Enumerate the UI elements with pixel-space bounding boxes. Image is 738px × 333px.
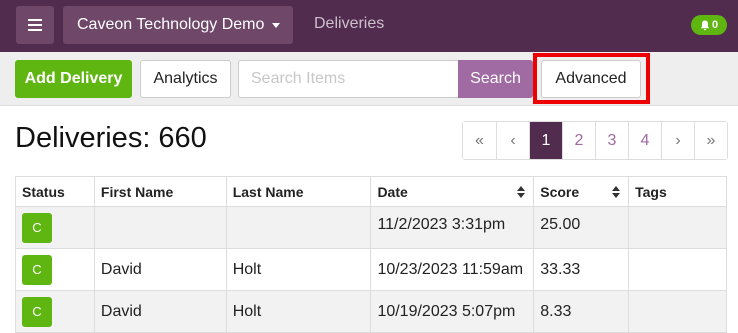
column-header-first-name: First Name	[93, 176, 227, 207]
notification-badge[interactable]: 0	[691, 15, 727, 35]
column-header-score-label: Score	[540, 183, 580, 200]
analytics-button[interactable]: Analytics	[140, 60, 231, 98]
status-badge[interactable]: C	[22, 254, 52, 285]
sort-icon	[612, 186, 621, 198]
status-cell: C	[15, 290, 95, 333]
page-2[interactable]: 2	[562, 122, 595, 159]
column-header-date[interactable]: Date	[370, 176, 535, 207]
search-input[interactable]	[238, 60, 458, 98]
first-name-cell	[93, 206, 227, 249]
sort-icon	[517, 186, 526, 198]
score-cell: 33.33	[533, 248, 630, 291]
column-header-last-name: Last Name	[225, 176, 372, 207]
organization-name: Caveon Technology Demo	[77, 16, 265, 33]
last-name-cell: Holt	[225, 248, 372, 291]
last-name-cell: Holt	[225, 290, 372, 333]
menu-button[interactable]	[16, 6, 54, 44]
page-last[interactable]: »	[694, 122, 727, 159]
pagination: « ‹ 1 2 3 4 › »	[462, 121, 728, 160]
date-cell: 10/23/2023 11:59am	[370, 248, 535, 291]
column-header-tags: Tags	[628, 176, 727, 207]
date-cell: 10/19/2023 5:07pm	[370, 290, 535, 333]
chevron-down-icon	[272, 22, 281, 28]
first-name-cell: David	[93, 290, 227, 333]
status-cell: C	[15, 248, 95, 291]
page-prev[interactable]: ‹	[496, 122, 529, 159]
table-row[interactable]: C David Holt 10/19/2023 5:07pm 8.33	[15, 290, 727, 333]
deliveries-table: Status First Name Last Name Date Score T…	[15, 176, 727, 333]
bell-icon	[700, 20, 710, 30]
page-first[interactable]: «	[463, 122, 496, 159]
column-header-status: Status	[15, 176, 95, 207]
organization-dropdown[interactable]: Caveon Technology Demo	[63, 6, 293, 44]
top-navbar: Caveon Technology Demo Deliveries 0	[0, 0, 738, 52]
page-1[interactable]: 1	[529, 122, 562, 159]
first-name-cell: David	[93, 248, 227, 291]
search-button[interactable]: Search	[458, 60, 533, 98]
tags-cell	[628, 248, 727, 291]
table-row[interactable]: C 11/2/2023 3:31pm 25.00	[15, 206, 727, 249]
column-header-date-label: Date	[377, 183, 408, 200]
page-3[interactable]: 3	[595, 122, 628, 159]
page-title: Deliveries: 660	[15, 122, 207, 154]
score-cell: 25.00	[533, 206, 630, 249]
column-header-score[interactable]: Score	[533, 176, 630, 207]
notification-count: 0	[711, 19, 719, 31]
status-cell: C	[15, 206, 95, 249]
table-row[interactable]: C David Holt 10/23/2023 11:59am 33.33	[15, 248, 727, 291]
table-header-row: Status First Name Last Name Date Score T…	[15, 176, 727, 207]
date-cell: 11/2/2023 3:31pm	[370, 206, 535, 249]
page-next[interactable]: ›	[661, 122, 694, 159]
status-badge[interactable]: C	[22, 212, 52, 243]
highlight-box	[533, 53, 650, 104]
score-cell: 8.33	[533, 290, 630, 333]
status-badge[interactable]: C	[22, 296, 52, 327]
add-delivery-button[interactable]: Add Delivery	[15, 60, 132, 98]
nav-deliveries-link[interactable]: Deliveries	[314, 15, 384, 33]
last-name-cell	[225, 206, 372, 249]
hamburger-icon	[28, 19, 42, 31]
tags-cell	[628, 206, 727, 249]
page-4[interactable]: 4	[628, 122, 661, 159]
tags-cell	[628, 290, 727, 333]
